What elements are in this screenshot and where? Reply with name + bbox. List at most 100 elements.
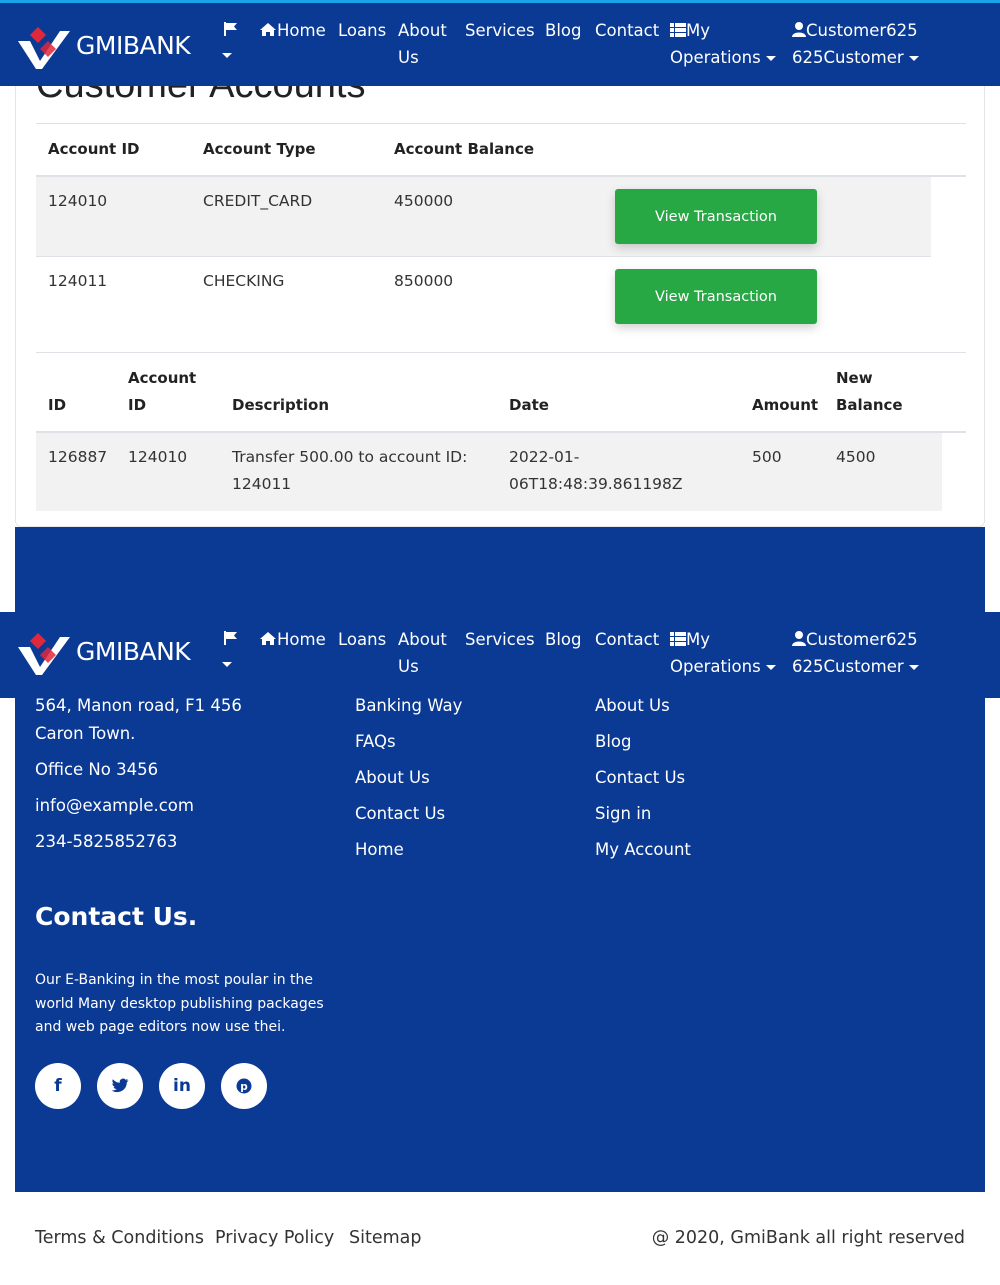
nav-user-l2: 625Customer — [792, 48, 904, 67]
brand-name: GMIBANK — [76, 637, 191, 666]
nav-user-menu[interactable]: Customer625 625Customer — [792, 17, 919, 71]
chevron-down-icon — [222, 53, 232, 58]
facebook-glyph: f — [54, 1076, 62, 1096]
nav-loans[interactable]: Loans — [338, 626, 386, 653]
account-balance-cell: 450000 — [394, 192, 454, 210]
nav-contact[interactable]: Contact — [595, 17, 659, 44]
footer-phone[interactable]: 234-5825852763 — [35, 828, 177, 856]
footer-email[interactable]: info@example.com — [35, 792, 194, 820]
user-icon — [792, 631, 806, 646]
th-account-type: Account Type — [203, 140, 316, 158]
language-dropdown[interactable] — [222, 17, 242, 67]
nav-ops-l1: My — [686, 21, 711, 40]
txn-new-balance-cell: 4500 — [836, 448, 876, 466]
nav-about-l2: Us — [398, 48, 419, 67]
account-balance-cell: 850000 — [394, 272, 454, 290]
account-type-cell: CREDIT_CARD — [203, 192, 313, 210]
account-id-cell: 124011 — [48, 272, 108, 290]
txn-date-l2: 06T18:48:39.861198Z — [509, 475, 683, 493]
nav-my-operations[interactable]: My Operations — [670, 626, 776, 680]
nav-about-l1: About — [398, 21, 447, 40]
nav-my-operations[interactable]: My Operations — [670, 17, 776, 71]
chevron-down-icon — [765, 56, 776, 61]
th-amount: Amount — [752, 396, 819, 414]
nav-home[interactable]: Home — [259, 626, 326, 653]
gmibank-logo-icon — [18, 27, 70, 69]
nav-about-us[interactable]: About Us — [398, 626, 447, 680]
home-icon — [260, 23, 276, 36]
nav-services[interactable]: Services — [465, 626, 535, 653]
customer-accounts-card: Customer Accounts Account ID Account Typ… — [15, 86, 985, 527]
nav-user-l1: Customer625 — [806, 630, 918, 649]
copyright-text: @ 2020, GmiBank all right reserved — [651, 1228, 965, 1248]
nav-ops-l2: Operations — [670, 657, 761, 676]
nav-about-l1: About — [398, 630, 447, 649]
nav-loans[interactable]: Loans — [338, 17, 386, 44]
chevron-down-icon — [765, 665, 776, 670]
twitter-icon[interactable] — [97, 1063, 143, 1109]
footer-link-banking-way[interactable]: Banking Way — [355, 696, 462, 716]
footer-address-l2: Caron Town. — [35, 724, 136, 743]
nav-blog[interactable]: Blog — [545, 17, 581, 44]
top-navbar: GMIBANK Home Loans About Us Services Blo… — [0, 0, 1000, 86]
nav-home-label: Home — [277, 630, 326, 649]
linkedin-glyph: in — [173, 1076, 191, 1096]
th-new-balance-l2: Balance — [836, 396, 903, 414]
home-icon — [260, 632, 276, 645]
brand-logo[interactable]: GMIBANK — [16, 633, 196, 677]
txn-description-l1: Transfer 500.00 to account ID: — [232, 448, 468, 466]
th-account-id: Account ID — [48, 140, 140, 158]
nav-home[interactable]: Home — [259, 17, 326, 44]
language-dropdown[interactable] — [222, 626, 242, 676]
nav-contact[interactable]: Contact — [595, 626, 659, 653]
footer-link-contact-us[interactable]: Contact Us — [355, 804, 445, 824]
txn-id-cell: 126887 — [48, 448, 108, 466]
footer-link-my-account[interactable]: My Account — [595, 840, 691, 860]
footer-link-about-us[interactable]: About Us — [595, 696, 670, 716]
flag-icon — [224, 22, 237, 36]
svg-text:p: p — [240, 1081, 248, 1093]
linkedin-icon[interactable]: in — [159, 1063, 205, 1109]
account-id-cell: 124010 — [48, 192, 108, 210]
flag-icon — [224, 631, 237, 645]
nav-about-us[interactable]: About Us — [398, 17, 447, 71]
txn-amount-cell: 500 — [752, 448, 782, 466]
footer-link-faqs[interactable]: FAQs — [355, 732, 396, 752]
contact-description: Our E-Banking in the most poular in the … — [35, 972, 324, 1035]
txn-description-l2: 124011 — [232, 475, 292, 493]
nav-services[interactable]: Services — [465, 17, 535, 44]
pinterest-glyph: p — [236, 1078, 252, 1094]
nav-ops-l2: Operations — [670, 48, 761, 67]
facebook-icon[interactable]: f — [35, 1063, 81, 1109]
nav-home-label: Home — [277, 21, 326, 40]
footer-link-about-us[interactable]: About Us — [355, 768, 430, 788]
gmibank-logo-icon — [18, 633, 70, 675]
th-description: Description — [232, 396, 330, 414]
pinterest-icon[interactable]: p — [221, 1063, 267, 1109]
txn-date-l1: 2022-01- — [509, 448, 580, 466]
brand-logo[interactable]: GMIBANK — [16, 27, 196, 71]
view-transaction-button[interactable]: View Transaction — [615, 189, 817, 244]
privacy-policy-link[interactable]: Privacy Policy — [215, 1228, 334, 1248]
view-transaction-button[interactable]: View Transaction — [615, 269, 817, 324]
footer-link-contact-us[interactable]: Contact Us — [595, 768, 685, 788]
footer-link-sign-in[interactable]: Sign in — [595, 804, 651, 824]
th-txn-id: ID — [48, 396, 67, 414]
sticky-navbar: GMIBANK Home Loans About Us Services Blo… — [0, 612, 1000, 698]
twitter-glyph — [111, 1078, 129, 1093]
txn-account-id-cell: 124010 — [128, 448, 188, 466]
user-icon — [792, 22, 806, 37]
sitemap-link[interactable]: Sitemap — [349, 1228, 421, 1248]
nav-user-menu[interactable]: Customer625 625Customer — [792, 626, 919, 680]
nav-blog[interactable]: Blog — [545, 626, 581, 653]
footer-link-home[interactable]: Home — [355, 840, 404, 860]
chevron-down-icon — [908, 665, 919, 670]
footer-link-blog[interactable]: Blog — [595, 732, 631, 752]
th-new-balance-l1: New — [836, 369, 873, 387]
list-icon — [670, 23, 686, 37]
brand-name: GMIBANK — [76, 31, 191, 60]
list-icon — [670, 632, 686, 646]
th-account-balance: Account Balance — [394, 140, 535, 158]
terms-link[interactable]: Terms & Conditions — [35, 1228, 204, 1248]
nav-ops-l1: My — [686, 630, 711, 649]
